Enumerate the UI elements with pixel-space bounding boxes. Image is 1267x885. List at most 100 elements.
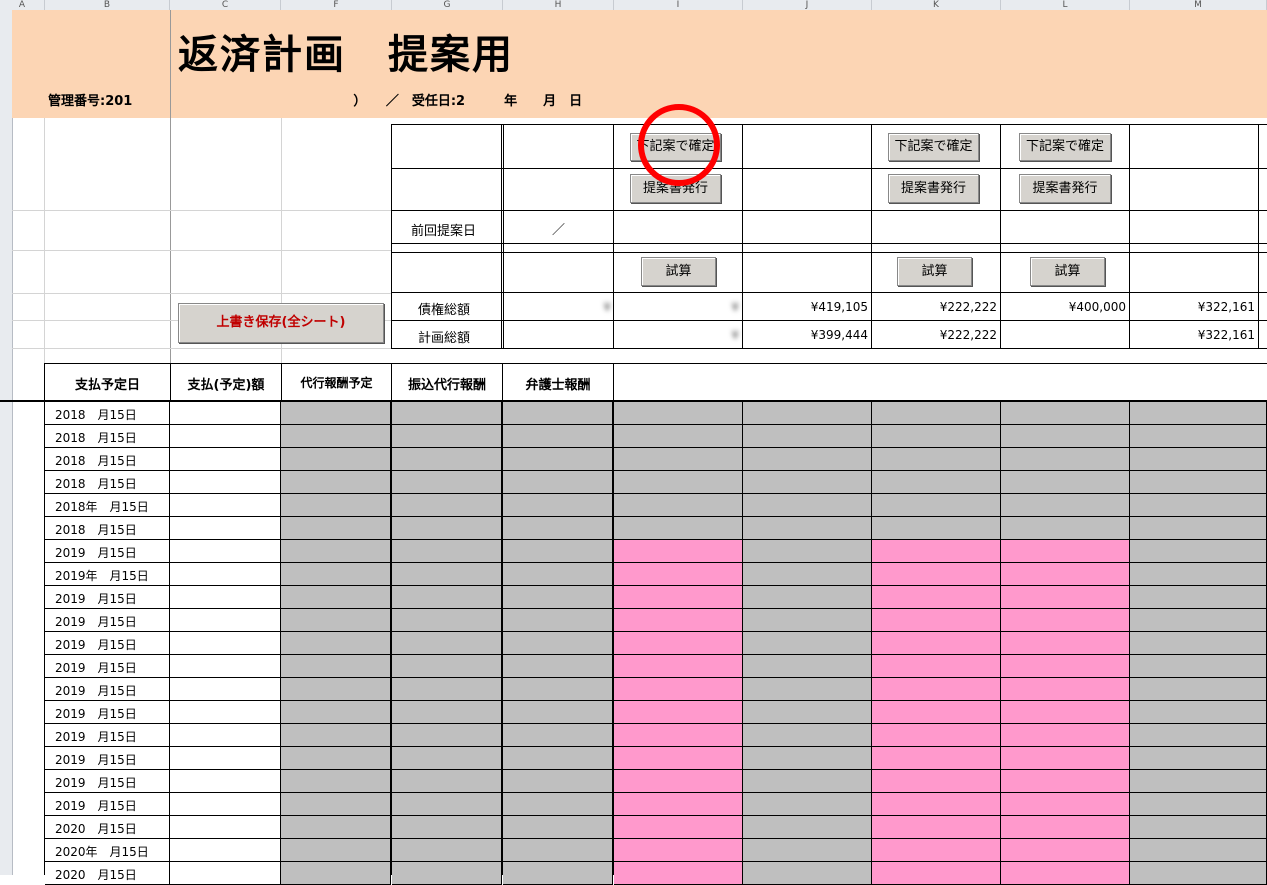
table-cell[interactable] — [392, 701, 502, 724]
col-header-b[interactable]: B — [45, 0, 170, 10]
table-cell[interactable] — [392, 586, 502, 609]
table-cell[interactable] — [872, 563, 1001, 586]
table-cell[interactable] — [281, 770, 391, 793]
table-cell[interactable] — [614, 586, 743, 609]
table-cell[interactable] — [614, 770, 743, 793]
table-cell[interactable] — [1001, 793, 1130, 816]
table-cell[interactable] — [503, 655, 613, 678]
table-cell[interactable] — [392, 793, 502, 816]
table-cell[interactable] — [170, 770, 281, 793]
table-cell[interactable] — [872, 471, 1001, 494]
col-header-k[interactable]: K — [872, 0, 1001, 10]
table-cell[interactable] — [392, 402, 502, 425]
table-cell[interactable] — [503, 747, 613, 770]
table-cell[interactable] — [872, 724, 1001, 747]
table-cell[interactable] — [614, 655, 743, 678]
table-cell[interactable] — [503, 724, 613, 747]
col-header-i[interactable]: I — [614, 0, 743, 10]
table-cell[interactable] — [743, 540, 872, 563]
table-cell[interactable] — [1001, 678, 1130, 701]
table-cell[interactable] — [170, 862, 281, 885]
date-cell[interactable]: 2019 月15日 — [45, 586, 170, 609]
table-cell[interactable] — [614, 517, 743, 540]
date-cell[interactable]: 2020 月15日 — [45, 862, 170, 885]
date-cell[interactable]: 2019 月15日 — [45, 540, 170, 563]
table-cell[interactable] — [281, 425, 391, 448]
table-cell[interactable] — [1001, 747, 1130, 770]
table-cell[interactable] — [281, 517, 391, 540]
table-cell[interactable] — [1001, 839, 1130, 862]
table-cell[interactable] — [872, 793, 1001, 816]
table-cell[interactable] — [614, 632, 743, 655]
table-cell[interactable] — [170, 701, 281, 724]
table-cell[interactable] — [392, 609, 502, 632]
table-cell[interactable] — [872, 517, 1001, 540]
table-cell[interactable] — [503, 609, 613, 632]
table-cell[interactable] — [392, 448, 502, 471]
table-cell[interactable] — [281, 540, 391, 563]
table-cell[interactable] — [281, 839, 391, 862]
table-cell[interactable] — [170, 425, 281, 448]
date-cell[interactable]: 2019 月15日 — [45, 678, 170, 701]
table-cell[interactable] — [392, 471, 502, 494]
table-cell[interactable] — [503, 816, 613, 839]
table-cell[interactable] — [392, 563, 502, 586]
table-cell[interactable] — [1130, 724, 1267, 747]
table-cell[interactable] — [281, 471, 391, 494]
table-cell[interactable] — [743, 862, 872, 885]
table-cell[interactable] — [1130, 747, 1267, 770]
table-cell[interactable] — [1001, 632, 1130, 655]
table-cell[interactable] — [503, 402, 613, 425]
table-cell[interactable] — [1001, 425, 1130, 448]
table-cell[interactable] — [614, 724, 743, 747]
table-cell[interactable] — [1130, 632, 1267, 655]
table-cell[interactable] — [614, 816, 743, 839]
table-cell[interactable] — [503, 632, 613, 655]
col-header-f[interactable]: F — [281, 0, 392, 10]
col-header-h[interactable]: H — [503, 0, 614, 10]
date-cell[interactable]: 2019年 月15日 — [45, 563, 170, 586]
table-cell[interactable] — [872, 448, 1001, 471]
table-cell[interactable] — [872, 770, 1001, 793]
table-cell[interactable] — [872, 586, 1001, 609]
table-cell[interactable] — [170, 586, 281, 609]
table-cell[interactable] — [1001, 655, 1130, 678]
date-cell[interactable]: 2019 月15日 — [45, 724, 170, 747]
calc-button-k[interactable]: 試算 — [897, 257, 972, 286]
table-cell[interactable] — [743, 701, 872, 724]
table-cell[interactable] — [743, 494, 872, 517]
table-cell[interactable] — [872, 540, 1001, 563]
table-cell[interactable] — [392, 655, 502, 678]
date-cell[interactable]: 2019 月15日 — [45, 701, 170, 724]
table-cell[interactable] — [170, 839, 281, 862]
table-cell[interactable] — [872, 816, 1001, 839]
table-cell[interactable] — [392, 816, 502, 839]
table-cell[interactable] — [1130, 678, 1267, 701]
table-cell[interactable] — [614, 678, 743, 701]
table-cell[interactable] — [281, 724, 391, 747]
table-cell[interactable] — [503, 793, 613, 816]
table-cell[interactable] — [1001, 494, 1130, 517]
save-all-sheets-button[interactable]: 上書き保存(全シート) — [178, 303, 384, 343]
table-cell[interactable] — [872, 701, 1001, 724]
table-cell[interactable] — [281, 402, 391, 425]
table-cell[interactable] — [1130, 862, 1267, 885]
table-cell[interactable] — [872, 425, 1001, 448]
table-cell[interactable] — [743, 632, 872, 655]
col-header-j[interactable]: J — [743, 0, 872, 10]
table-cell[interactable] — [1130, 471, 1267, 494]
col-header-a[interactable]: A — [0, 0, 45, 10]
table-cell[interactable] — [503, 563, 613, 586]
table-cell[interactable] — [872, 609, 1001, 632]
table-cell[interactable] — [743, 655, 872, 678]
col-header-c[interactable]: C — [170, 0, 281, 10]
date-cell[interactable]: 2018年 月15日 — [45, 494, 170, 517]
table-cell[interactable] — [170, 494, 281, 517]
col-header-m[interactable]: M — [1130, 0, 1267, 10]
table-cell[interactable] — [281, 862, 391, 885]
table-cell[interactable] — [614, 793, 743, 816]
table-cell[interactable] — [392, 517, 502, 540]
table-cell[interactable] — [1001, 540, 1130, 563]
table-cell[interactable] — [503, 540, 613, 563]
table-cell[interactable] — [170, 402, 281, 425]
